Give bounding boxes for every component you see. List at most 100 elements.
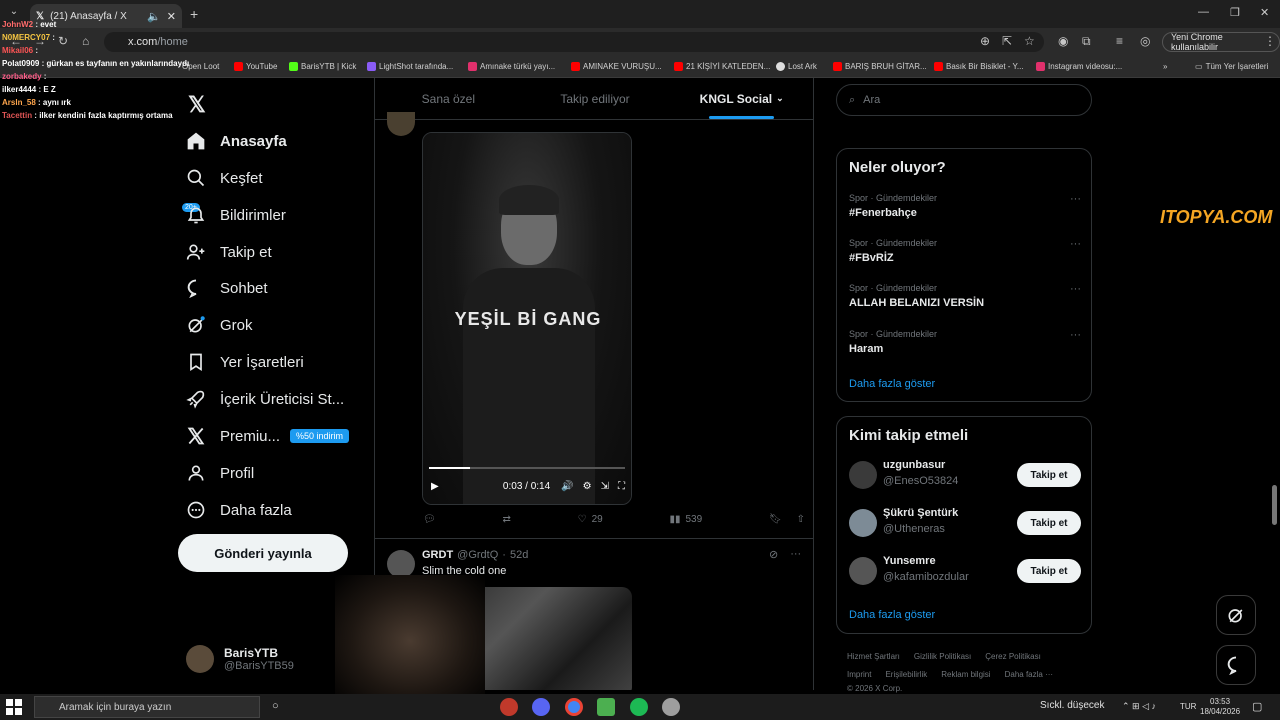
trends-show-more-link[interactable]: Daha fazla göster [849,378,935,390]
scrollbar-thumb[interactable] [1272,485,1277,525]
footer-link[interactable]: Reklam bilgisi [941,670,990,679]
x-logo-icon[interactable]: 𝕏 [188,92,206,118]
chrome-update-button[interactable]: Yeni Chrome kullanılabilir [1162,32,1280,52]
more-options-icon[interactable]: ··· [790,548,801,561]
trend-item[interactable]: Spor · Gündemdekiler #FBvRİZ ··· [849,238,1081,264]
bookmark-item[interactable]: BARIŞ BRUH GİTAR... [833,62,927,71]
discord-icon[interactable] [532,698,550,716]
nav-follow[interactable]: Takip et [186,240,272,264]
follow-suggestion[interactable]: Şükrü Şentürk @Utheneras Takip et [849,507,1081,539]
tab-kngl-social[interactable]: KNGL Social ⌄ [668,78,813,119]
follow-button[interactable]: Takip et [1017,511,1081,535]
avatar[interactable] [387,112,415,136]
chrome-icon[interactable] [565,698,583,716]
zoom-icon[interactable]: ⊕ [980,34,990,48]
video-player[interactable]: YEŞİL Bİ GANG ▶ 0:03 / 0:14 🔊 ⚙ ⇲ ⛶ [422,132,632,505]
play-icon[interactable]: ▶ [431,481,439,492]
more-options-icon[interactable]: ··· [1070,283,1081,295]
task-view-icon[interactable]: ○ [272,700,279,712]
nav-profile[interactable]: Profil [186,461,254,485]
taskbar-app-icon[interactable] [662,698,680,716]
views-button[interactable]: ▮▮ 539 [669,514,702,525]
tab-following[interactable]: Takip ediliyor [522,78,669,119]
spotify-icon[interactable] [630,698,648,716]
extension-icon[interactable]: ◉ [1058,34,1068,48]
extensions-puzzle-icon[interactable]: ⧉ [1082,34,1091,49]
post-author-handle[interactable]: @GrdtQ [457,549,498,561]
video-progress-bar[interactable] [429,467,625,469]
address-bar[interactable]: x.com/home [104,32,1044,52]
post-button[interactable]: Gönderi yayınla [178,534,348,572]
nav-chat[interactable]: Sohbet [186,276,268,300]
more-options-icon[interactable]: ··· [1070,329,1081,341]
chrome-menu-icon[interactable]: ⋮ [1264,34,1276,48]
all-bookmarks[interactable]: ▭ Tüm Yer İşaretleri [1195,62,1268,71]
follow-button[interactable]: Takip et [1017,559,1081,583]
input-language[interactable]: TUR [1180,702,1196,711]
grok-explain-icon[interactable]: ⊘ [769,548,778,561]
reply-button[interactable]: 💬︎ [423,514,436,525]
bookmark-star-icon[interactable]: ☆ [1024,34,1035,48]
footer-link[interactable]: Imprint [847,670,871,679]
bookmark-item[interactable]: Lost Ark [776,62,817,71]
bookmark-item[interactable]: BarisYTB | Kick [289,62,356,71]
trend-item[interactable]: Spor · Gündemdekiler Haram ··· [849,329,1081,355]
fullscreen-icon[interactable]: ⛶ [618,481,625,492]
system-tray-icons[interactable]: ⌃ ⊞ ◁ ♪ [1122,701,1156,712]
nav-home[interactable]: Anasayfa [186,129,287,153]
settings-gear-icon[interactable]: ⚙ [583,481,592,492]
nav-bookmarks[interactable]: Yer İşaretleri [186,350,304,374]
install-icon[interactable]: ⇱ [1002,34,1012,48]
media-control-icon[interactable]: ≡ [1116,34,1123,48]
bookmark-item[interactable]: Instagram videosu:... [1036,62,1122,71]
nav-grok[interactable]: Grok [186,313,253,337]
volume-icon[interactable]: 🔊 [561,481,573,492]
bookmark-item[interactable]: AMINAKE VURUŞU... [571,62,662,71]
repost-button[interactable]: ⇄ [502,514,510,525]
like-button[interactable]: ♡ 29 [578,514,603,525]
grok-floating-button[interactable] [1216,595,1256,635]
messages-floating-button[interactable] [1216,645,1256,685]
nav-notifications[interactable]: Bildirimler [186,203,286,227]
bookmark-item[interactable]: Amınake türkü yayı... [468,62,555,71]
nav-more[interactable]: Daha fazla [186,498,292,522]
popout-icon[interactable]: ⇲ [601,481,609,492]
windows-start-icon[interactable] [6,699,22,715]
nav-premium[interactable]: Premiu... %50 indirim [186,424,350,448]
taskbar-search-input[interactable]: Aramak için buraya yazın [34,696,260,718]
restore-button[interactable]: ❐ [1230,6,1240,19]
account-switcher[interactable]: BarisYTB @BarisYTB59 [186,645,294,673]
more-options-icon[interactable]: ··· [1070,238,1081,250]
nav-creator-studio[interactable]: İçerik Üreticisi St... [186,387,344,411]
taskbar-clock[interactable]: 03:53 18/04/2026 [1200,697,1240,717]
footer-link[interactable]: Daha fazla ··· [1005,670,1053,679]
footer-link[interactable]: Hizmet Şartları [847,652,900,661]
weather-widget[interactable]: Sıckl. düşecek [1040,700,1104,711]
search-input[interactable]: ⌕ Ara [836,84,1092,116]
bookmarks-overflow-icon[interactable]: » [1163,62,1167,71]
who-show-more-link[interactable]: Daha fazla göster [849,609,935,621]
footer-link[interactable]: Gizlilik Politikası [914,652,971,661]
follow-suggestion[interactable]: uzgunbasur @EnesO53824 Takip et [849,459,1081,491]
more-options-icon[interactable]: ··· [1070,193,1081,205]
chevron-down-icon[interactable]: ⌄ [776,93,784,104]
trend-item[interactable]: Spor · Gündemdekiler ALLAH BELANIZI VERSİ… [849,283,1081,309]
bookmark-youtube[interactable]: YouTube [234,62,277,71]
nav-explore[interactable]: Keşfet [186,166,263,190]
share-icon[interactable]: ⇧ [797,514,805,525]
footer-link[interactable]: Çerez Politikası [985,652,1041,661]
taskbar-app-icon[interactable] [500,698,518,716]
avatar[interactable] [387,550,415,578]
bookmark-item[interactable]: 21 KİŞİYİ KATLEDEN... [674,62,770,71]
close-window-button[interactable]: ✕ [1260,6,1269,19]
profile-icon[interactable]: ◎ [1140,34,1150,48]
taskbar-app-icon[interactable] [597,698,615,716]
minimize-button[interactable]: — [1198,6,1209,18]
post-author-name[interactable]: GRDT [422,549,453,561]
bookmark-item[interactable]: LightShot tarafında... [367,62,453,71]
trend-item[interactable]: Spor · Gündemdekiler #Fenerbahçe ··· [849,193,1081,219]
notification-center-icon[interactable]: ▢ [1252,700,1262,713]
post-age[interactable]: 52d [510,549,528,561]
follow-suggestion[interactable]: Yunsemre @kafamibozdular Takip et [849,555,1081,587]
follow-button[interactable]: Takip et [1017,463,1081,487]
